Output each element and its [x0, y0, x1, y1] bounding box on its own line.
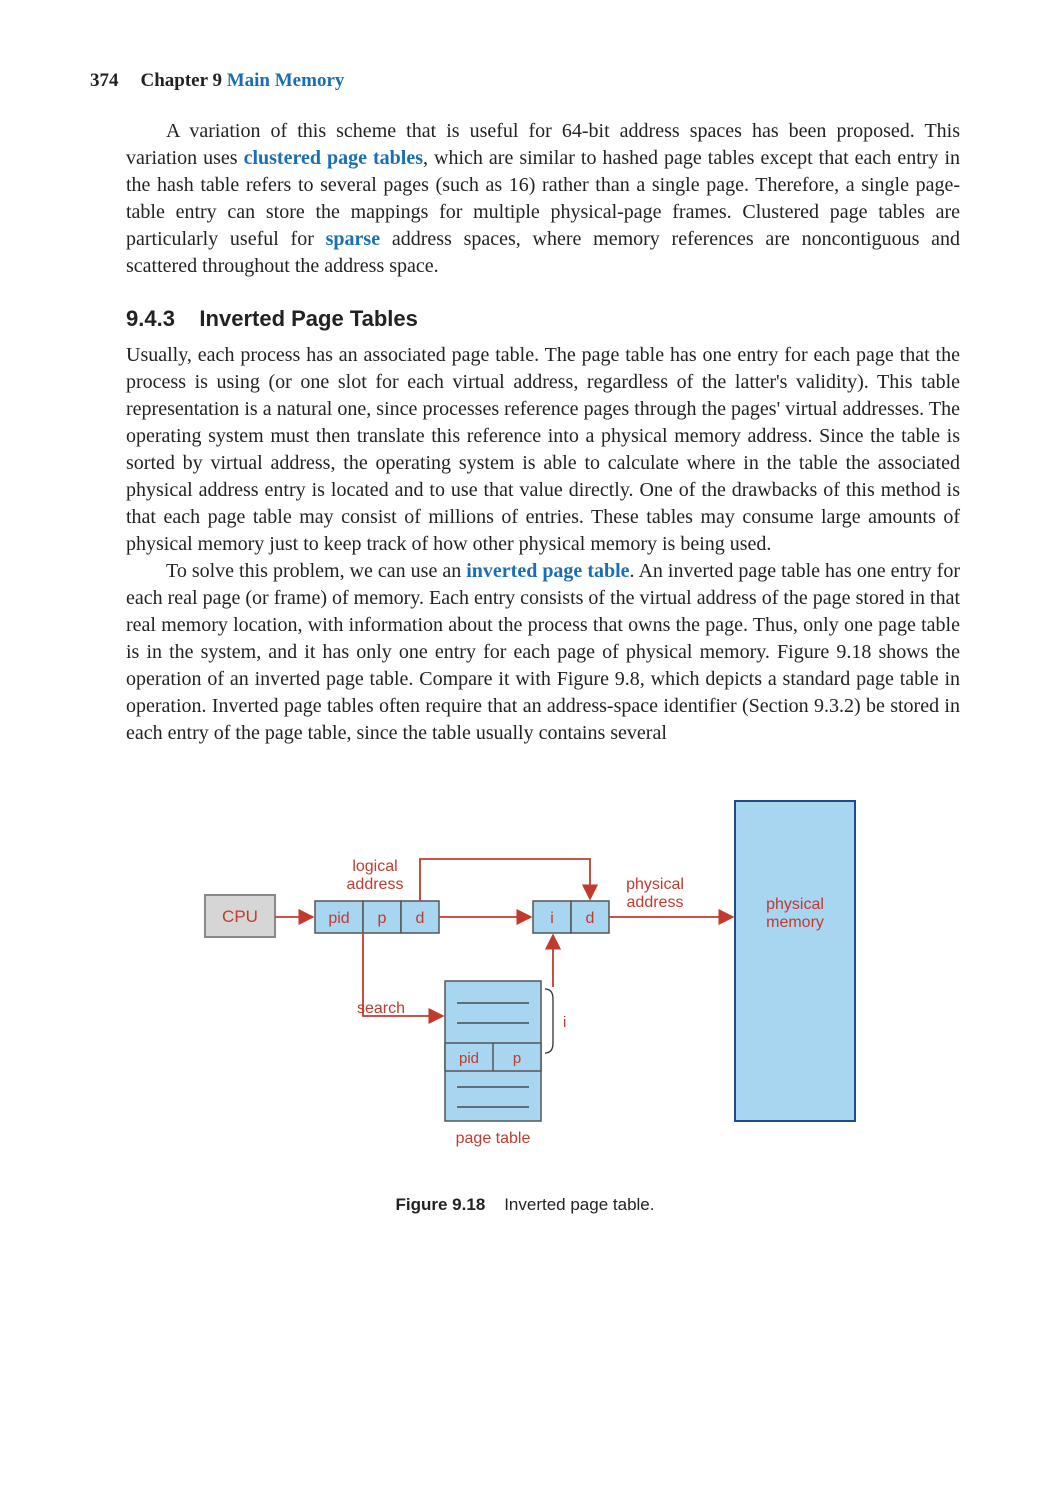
term-sparse: sparse [326, 228, 380, 250]
i-bracket [545, 989, 553, 1053]
physical-address-label1: physical [626, 876, 684, 893]
body-text: Usually, each process has an associated … [126, 342, 960, 747]
figure-label: Figure 9.18 [396, 1195, 486, 1214]
phys-i: i [550, 910, 554, 927]
figure-caption-text: Inverted page table. [504, 1195, 654, 1214]
page-number: 374 [90, 70, 119, 92]
section-number: 9.4.3 [126, 306, 175, 331]
table-pid: pid [459, 1050, 479, 1067]
physical-address-label2: address [627, 894, 684, 911]
physical-memory-label: physical [766, 896, 824, 913]
phys-d: d [586, 910, 595, 927]
table-p: p [513, 1050, 521, 1067]
physical-memory-box [735, 801, 855, 1121]
logical-address-label2: address [347, 876, 404, 893]
logical-p: p [378, 910, 387, 927]
section-title: Inverted Page Tables [199, 306, 417, 331]
paragraph-usually: Usually, each process has an associated … [126, 342, 960, 558]
figure-svg: physical memory CPU pid p d logical addr… [175, 791, 875, 1171]
paragraph-clustered: A variation of this scheme that is usefu… [126, 118, 960, 280]
text: . An inverted page table has one entry f… [126, 560, 960, 744]
physical-memory-label2: memory [766, 914, 824, 931]
figure-9-18: physical memory CPU pid p d logical addr… [90, 791, 960, 1215]
logical-address-label1: logical [352, 858, 397, 875]
chapter-title: Main Memory [227, 70, 345, 91]
body-text: A variation of this scheme that is usefu… [126, 118, 960, 280]
paragraph-inverted: To solve this problem, we can use an inv… [126, 558, 960, 747]
section-heading: 9.4.3 Inverted Page Tables [126, 306, 960, 332]
text: Usually, each process has an associated … [126, 344, 960, 555]
term-inverted-page-table: inverted page table [466, 560, 629, 582]
page-table-label: page table [456, 1130, 531, 1147]
search-label: search [357, 1000, 405, 1017]
text: To solve this problem, we can use an [166, 560, 466, 582]
figure-caption: Figure 9.18 Inverted page table. [396, 1195, 655, 1215]
cpu-label: CPU [222, 907, 258, 926]
page-header: 374 Chapter 9 Main Memory [90, 70, 960, 92]
chapter-label: Chapter 9 [141, 70, 222, 91]
term-clustered-page-tables: clustered page tables [244, 147, 423, 169]
logical-pid: pid [328, 910, 349, 927]
i-bracket-label: i [563, 1014, 566, 1031]
arrow-d-copy [420, 859, 590, 901]
logical-d: d [416, 910, 425, 927]
